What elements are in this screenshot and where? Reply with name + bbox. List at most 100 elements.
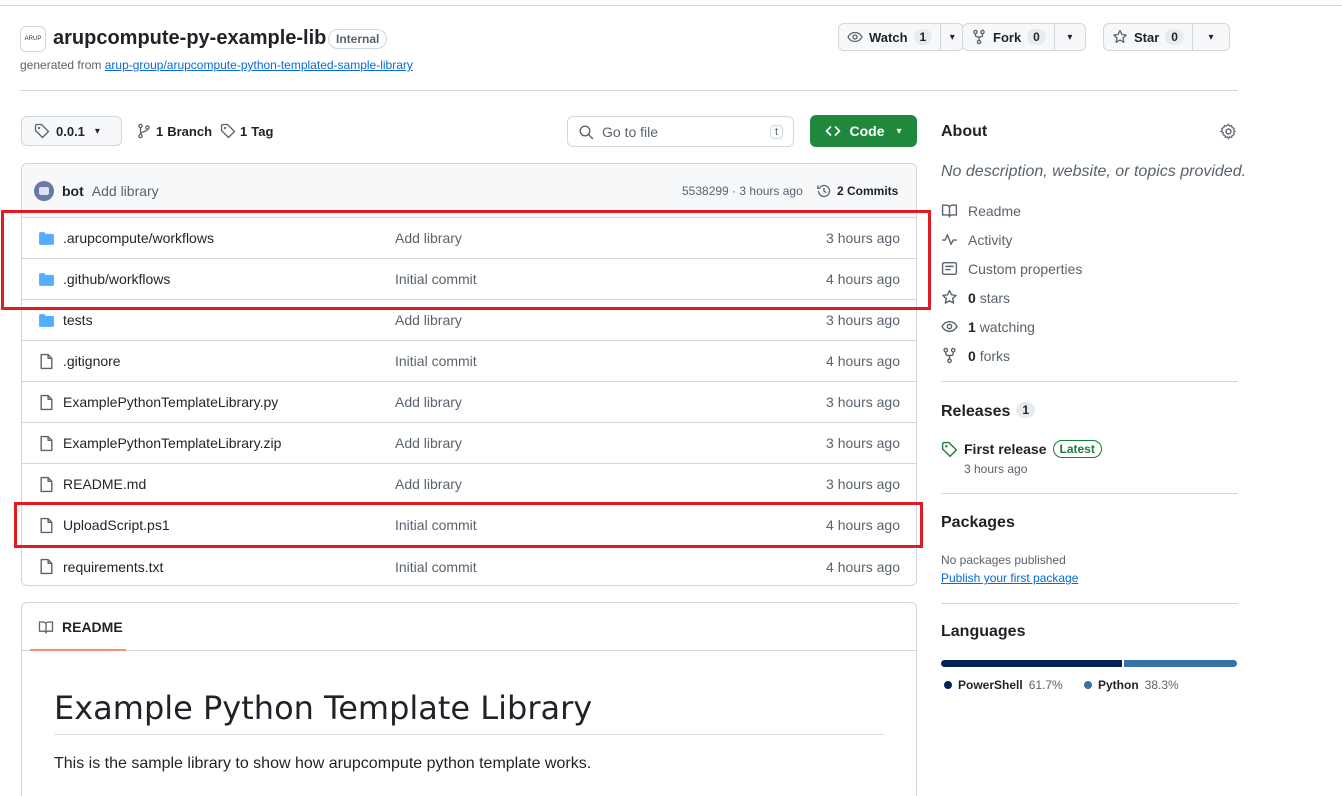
readme-tab[interactable]: README [22,603,916,651]
languages-heading: Languages [941,623,1026,640]
file-commit-message[interactable]: Add library [395,230,462,246]
file-commit-message[interactable]: Add library [395,312,462,328]
stars-link[interactable]: 0 stars [941,289,1010,306]
file-commit-message[interactable]: Add library [395,476,462,492]
branches-count: 1 [156,123,164,139]
tags-link[interactable]: 1 Tag [220,123,273,139]
readme-link[interactable]: Readme [941,202,1021,219]
commit-meta[interactable]: 5538299 · 3 hours ago [682,184,803,198]
gear-icon[interactable] [1220,123,1237,140]
commit-author[interactable]: bot [62,183,84,199]
chevron-down-icon: ▾ [896,125,902,137]
file-name-link[interactable]: .gitignore [63,353,121,369]
template-repo-link[interactable]: arup-group/arupcompute-python-templated-… [105,58,413,72]
file-row[interactable]: tests Add library 3 hours ago [22,300,916,341]
chevron-down-icon[interactable]: ▾ [941,24,963,50]
chevron-down-icon[interactable]: ▾ [1055,24,1085,50]
file-commit-date: 3 hours ago [826,435,900,451]
commits-history-link[interactable]: 2 Commits [816,183,898,199]
go-to-file-shortcut: t [769,124,783,139]
language-bar-segment [1124,660,1237,667]
note-icon [941,261,958,276]
generated-prefix: generated from [20,58,102,72]
language-bar-segment [941,660,1123,667]
file-name-link[interactable]: README.md [63,476,146,492]
releases-heading[interactable]: Releases 1 [941,402,1036,421]
folder-icon [39,232,54,245]
file-commit-date: 3 hours ago [826,312,900,328]
search-icon [579,124,594,139]
file-name-link[interactable]: ExamplePythonTemplateLibrary.zip [63,435,281,451]
file-icon [40,435,53,452]
release-name: First release [964,441,1047,457]
file-row[interactable]: .gitignore Initial commit 4 hours ago [22,341,916,382]
forks-link[interactable]: 0 forks [941,347,1010,364]
stars-count: 0 [968,289,976,306]
history-icon [817,184,831,197]
star-label: Star [1134,29,1160,45]
file-icon [40,394,53,411]
folder-icon [39,314,54,327]
commits-count: 2 Commits [837,183,899,198]
tag-selector-button[interactable]: 0.0.1 ▾ [21,116,122,146]
star-button[interactable]: Star 0 ▾ [1103,23,1230,51]
tags-label: Tag [251,123,274,139]
visibility-badge: Internal [328,29,388,49]
top-border [0,0,1342,6]
file-commit-date: 3 hours ago [826,476,900,492]
custom-properties-link[interactable]: Custom properties [941,260,1082,277]
commit-message[interactable]: Add library [92,183,159,199]
latest-release-link[interactable]: First release Latest [941,440,1102,458]
file-name-link[interactable]: .github/workflows [63,271,170,287]
file-row[interactable]: ExamplePythonTemplateLibrary.zip Add libr… [22,423,916,464]
file-commit-message[interactable]: Initial commit [395,353,477,369]
about-heading: About [941,123,988,140]
branches-link[interactable]: 1 Branch [136,123,212,139]
file-row[interactable]: UploadScript.ps1 Initial commit 4 hours ag… [22,505,916,546]
file-name-link[interactable]: UploadScript.ps1 [63,517,170,533]
file-icon [40,476,53,493]
file-commit-message[interactable]: Initial commit [395,517,477,533]
language-name: Python [1098,678,1139,692]
language-python[interactable]: Python 38.3% [1084,678,1179,692]
activity-link[interactable]: Activity [941,231,1012,248]
file-row[interactable]: requirements.txt Initial commit 4 hours ag… [22,546,916,585]
file-commit-message[interactable]: Add library [395,394,462,410]
chevron-down-icon[interactable]: ▾ [1193,24,1229,50]
forks-label: forks [979,347,1011,364]
watching-label: watching [979,318,1035,335]
file-commit-date: 4 hours ago [826,517,900,533]
file-row[interactable]: ExamplePythonTemplateLibrary.py Add libra… [22,382,916,423]
file-row[interactable]: README.md Add library 3 hours ago [22,464,916,505]
language-percent: 61.7% [1028,678,1063,692]
generated-from-text: generated from arup-group/arupcompute-py… [20,58,413,72]
watch-button[interactable]: Watch 1 ▾ [838,23,965,51]
folder-icon [39,273,54,286]
file-row[interactable]: .arupcompute/workflows Add library 3 hours… [22,218,916,259]
tag-icon [34,123,50,139]
file-commit-date: 4 hours ago [826,353,900,369]
language-powershell[interactable]: PowerShell 61.7% [944,678,1063,692]
publish-package-link[interactable]: Publish your first package [941,571,1078,585]
go-to-file-input[interactable]: Go to file t [567,116,794,147]
file-name-link[interactable]: requirements.txt [63,559,163,575]
repo-name-link[interactable]: arupcompute-py-example-lib [53,27,326,50]
fork-button[interactable]: Fork 0 ▾ [962,23,1086,51]
file-commit-message[interactable]: Initial commit [395,271,477,287]
code-label: Code [849,123,885,139]
file-commit-message[interactable]: Initial commit [395,559,477,575]
latest-commit-row: bot Add library 5538299 · 3 hours ago 2 … [22,164,916,218]
file-commit-message[interactable]: Add library [395,435,462,451]
pulse-icon [942,234,957,245]
packages-heading[interactable]: Packages [941,514,1015,532]
watching-link[interactable]: 1 watching [941,318,1035,335]
repo-owner-avatar[interactable]: ARUP [20,26,46,52]
bot-avatar[interactable] [34,180,54,201]
file-row[interactable]: .github/workflows Initial commit 4 hours a… [22,259,916,300]
file-name-link[interactable]: ExamplePythonTemplateLibrary.py [63,394,278,410]
code-button[interactable]: Code ▾ [810,115,917,147]
file-name-link[interactable]: tests [63,312,93,328]
file-name-link[interactable]: .arupcompute/workflows [63,230,214,246]
file-commit-date: 4 hours ago [826,271,900,287]
tag-icon [220,123,236,139]
